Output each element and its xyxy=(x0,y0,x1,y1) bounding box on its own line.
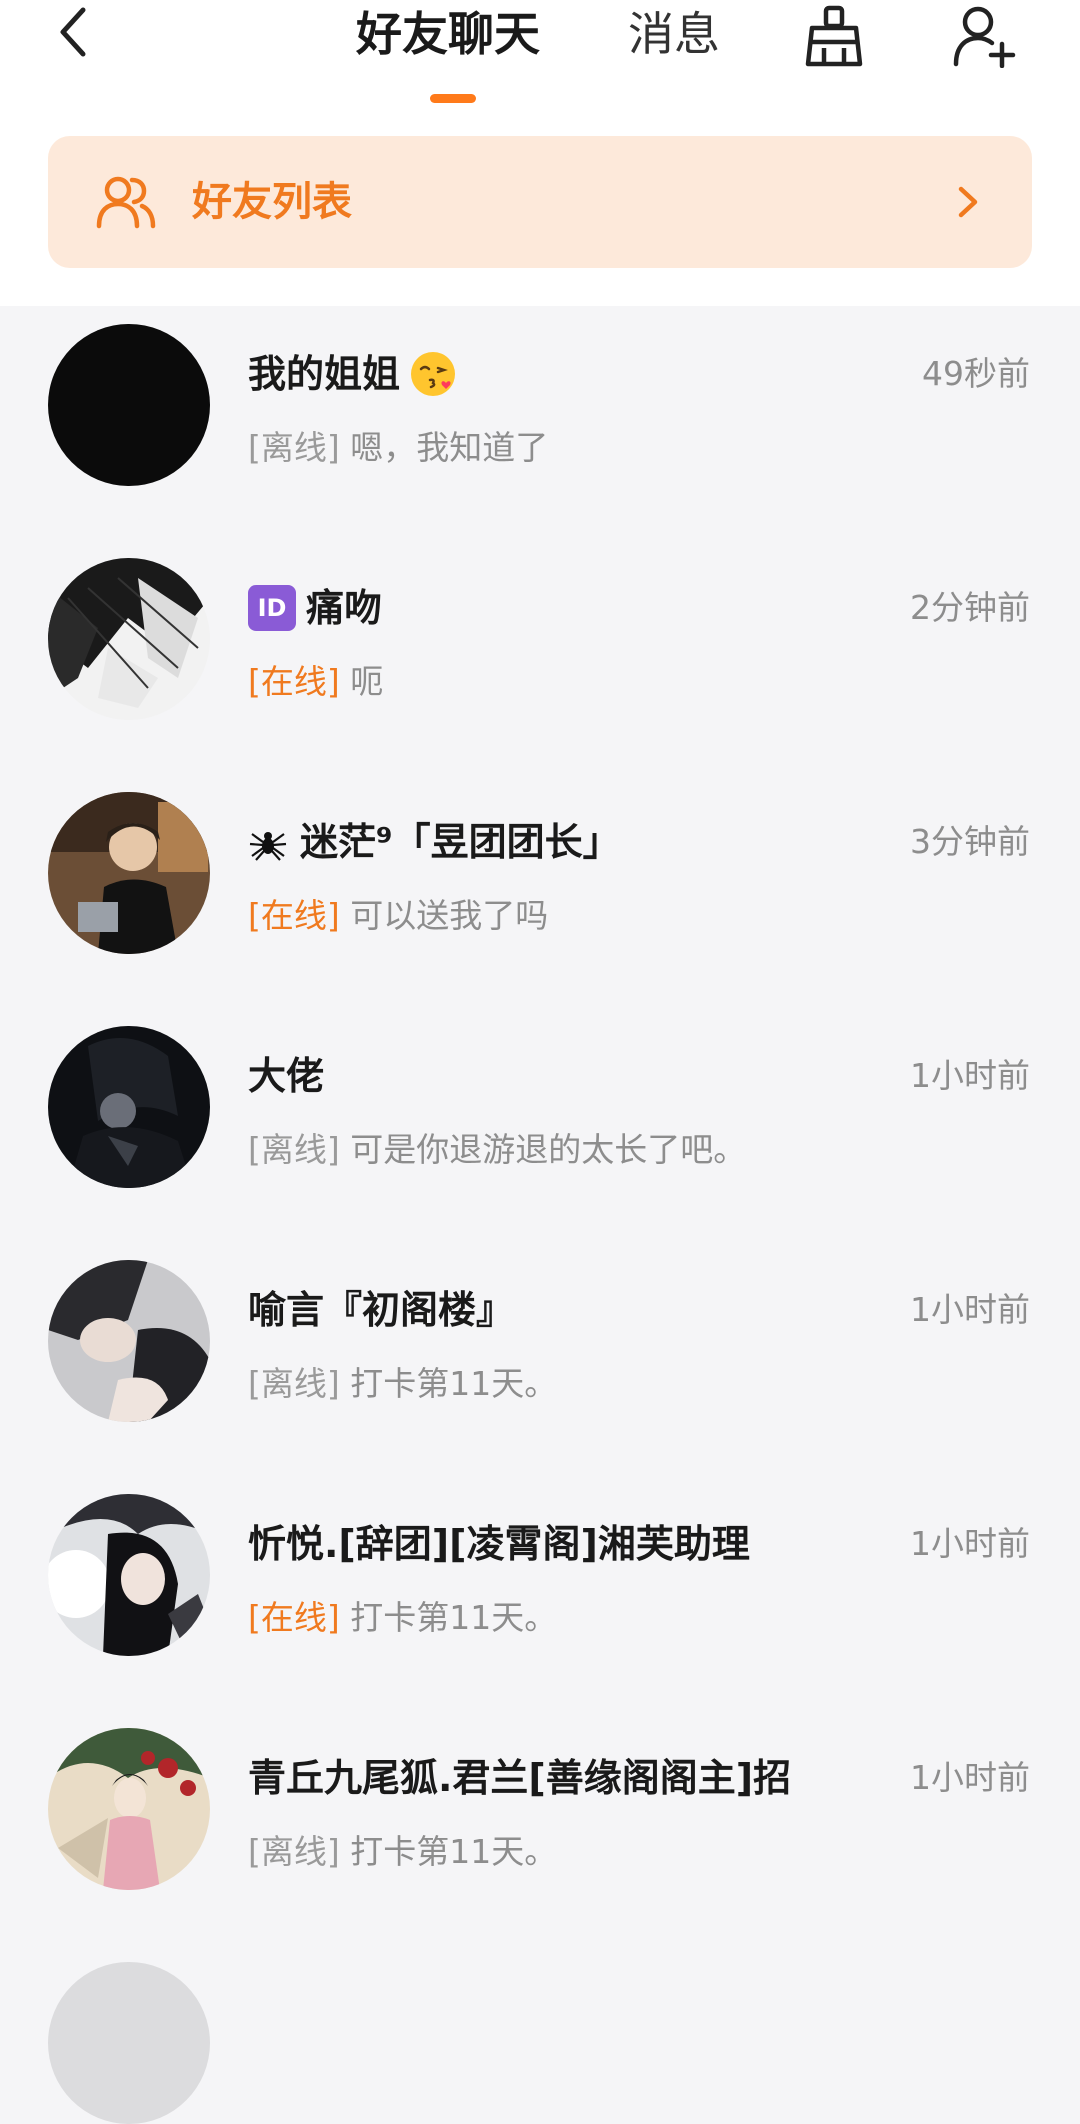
id-badge-icon: ID xyxy=(248,585,296,631)
chat-preview: [离线] 打卡第11天。 xyxy=(248,1824,557,1880)
chat-time: 49秒前 xyxy=(922,354,1030,393)
avatar[interactable] xyxy=(48,792,210,954)
chat-time: 1小时前 xyxy=(910,1056,1030,1095)
chat-time: 1小时前 xyxy=(910,1290,1030,1329)
chat-name: 我的姐姐 xyxy=(248,346,458,402)
chat-item[interactable]: 我的姐姐 49秒前 [离线] 嗯，我知道了 xyxy=(0,306,1080,540)
chat-name: 忻悦.[辞团][凌霄阁]湘芙助理 xyxy=(248,1522,750,1566)
last-message: 打卡第11天。 xyxy=(350,1832,558,1871)
add-friend-button[interactable] xyxy=(948,0,1020,72)
add-user-icon xyxy=(953,6,1016,68)
status-badge: [离线] xyxy=(248,1364,340,1403)
last-message: 打卡第11天。 xyxy=(350,1598,558,1637)
back-button[interactable] xyxy=(44,0,104,64)
status-badge: [离线] xyxy=(248,1832,340,1871)
chevron-right-icon xyxy=(958,186,978,218)
status-badge: [在线] xyxy=(248,1598,340,1637)
chat-preview: [在线] 呃 xyxy=(248,654,383,710)
status-badge: [离线] xyxy=(248,1130,340,1169)
chat-name: 迷茫⁹「昱团团长」 xyxy=(248,814,621,870)
friend-list-button[interactable]: 好友列表 xyxy=(48,136,1032,268)
chat-item[interactable]: 喻言『初阁楼』 1小时前 [离线] 打卡第11天。 xyxy=(0,1242,1080,1476)
active-tab-indicator xyxy=(430,94,476,103)
broom-icon xyxy=(805,5,863,67)
chevron-left-icon xyxy=(60,7,86,57)
chat-item[interactable]: 忻悦.[辞团][凌霄阁]湘芙助理 1小时前 [在线] 打卡第11天。 xyxy=(0,1476,1080,1710)
chat-preview: [在线] 可以送我了吗 xyxy=(248,888,548,944)
status-badge: [在线] xyxy=(248,896,340,935)
avatar[interactable] xyxy=(48,1728,210,1890)
avatar[interactable] xyxy=(48,558,210,720)
chat-time: 1小时前 xyxy=(910,1758,1030,1797)
avatar[interactable] xyxy=(48,324,210,486)
clean-button[interactable] xyxy=(798,0,870,72)
tab-messages[interactable]: 消息 xyxy=(628,2,720,66)
users-icon xyxy=(96,176,156,229)
status-badge: [在线] xyxy=(248,662,340,701)
chat-name: ID 痛吻 xyxy=(248,580,382,636)
chat-preview: [在线] 打卡第11天。 xyxy=(248,1590,557,1646)
chat-preview: [离线] 可是你退游退的太长了吧。 xyxy=(248,1122,746,1178)
chat-time: 3分钟前 xyxy=(910,822,1030,861)
last-message: 可是你退游退的太长了吧。 xyxy=(350,1130,747,1169)
chat-name: 喻言『初阁楼』 xyxy=(248,1288,515,1332)
avatar[interactable] xyxy=(48,1260,210,1422)
chat-list: 我的姐姐 49秒前 [离线] 嗯，我知道了 ID 痛吻 2分钟前 [在线] 呃 … xyxy=(0,306,1080,2124)
last-message: 嗯，我知道了 xyxy=(350,428,549,467)
chat-item[interactable]: ID 痛吻 2分钟前 [在线] 呃 xyxy=(0,540,1080,774)
chat-item[interactable] xyxy=(0,1944,1080,2124)
avatar[interactable] xyxy=(48,1962,210,2124)
chat-name: 青丘九尾狐.君兰[善缘阁阁主]招 xyxy=(248,1756,792,1800)
friend-list-label: 好友列表 xyxy=(192,179,352,225)
chat-preview: [离线] 嗯，我知道了 xyxy=(248,420,548,476)
spider-emoji-icon xyxy=(249,832,287,861)
last-message: 可以送我了吗 xyxy=(350,896,549,935)
avatar[interactable] xyxy=(48,1494,210,1656)
chat-item[interactable]: 青丘九尾狐.君兰[善缘阁阁主]招 1小时前 [离线] 打卡第11天。 xyxy=(0,1710,1080,1944)
chat-time: 2分钟前 xyxy=(910,588,1030,627)
avatar[interactable] xyxy=(48,1026,210,1188)
kiss-emoji-icon xyxy=(411,352,456,396)
last-message: 打卡第11天。 xyxy=(350,1364,558,1403)
chat-item[interactable]: 大佬 1小时前 [离线] 可是你退游退的太长了吧。 xyxy=(0,1008,1080,1242)
last-message: 呃 xyxy=(350,662,384,701)
chat-name: 大佬 xyxy=(248,1054,325,1098)
top-bar: 好友聊天 消息 xyxy=(0,0,1080,120)
tab-friend-chat[interactable]: 好友聊天 xyxy=(356,2,540,66)
chat-time: 1小时前 xyxy=(910,1524,1030,1563)
chat-item[interactable]: 迷茫⁹「昱团团长」 3分钟前 [在线] 可以送我了吗 xyxy=(0,774,1080,1008)
status-badge: [离线] xyxy=(248,428,340,467)
chat-preview: [离线] 打卡第11天。 xyxy=(248,1356,557,1412)
